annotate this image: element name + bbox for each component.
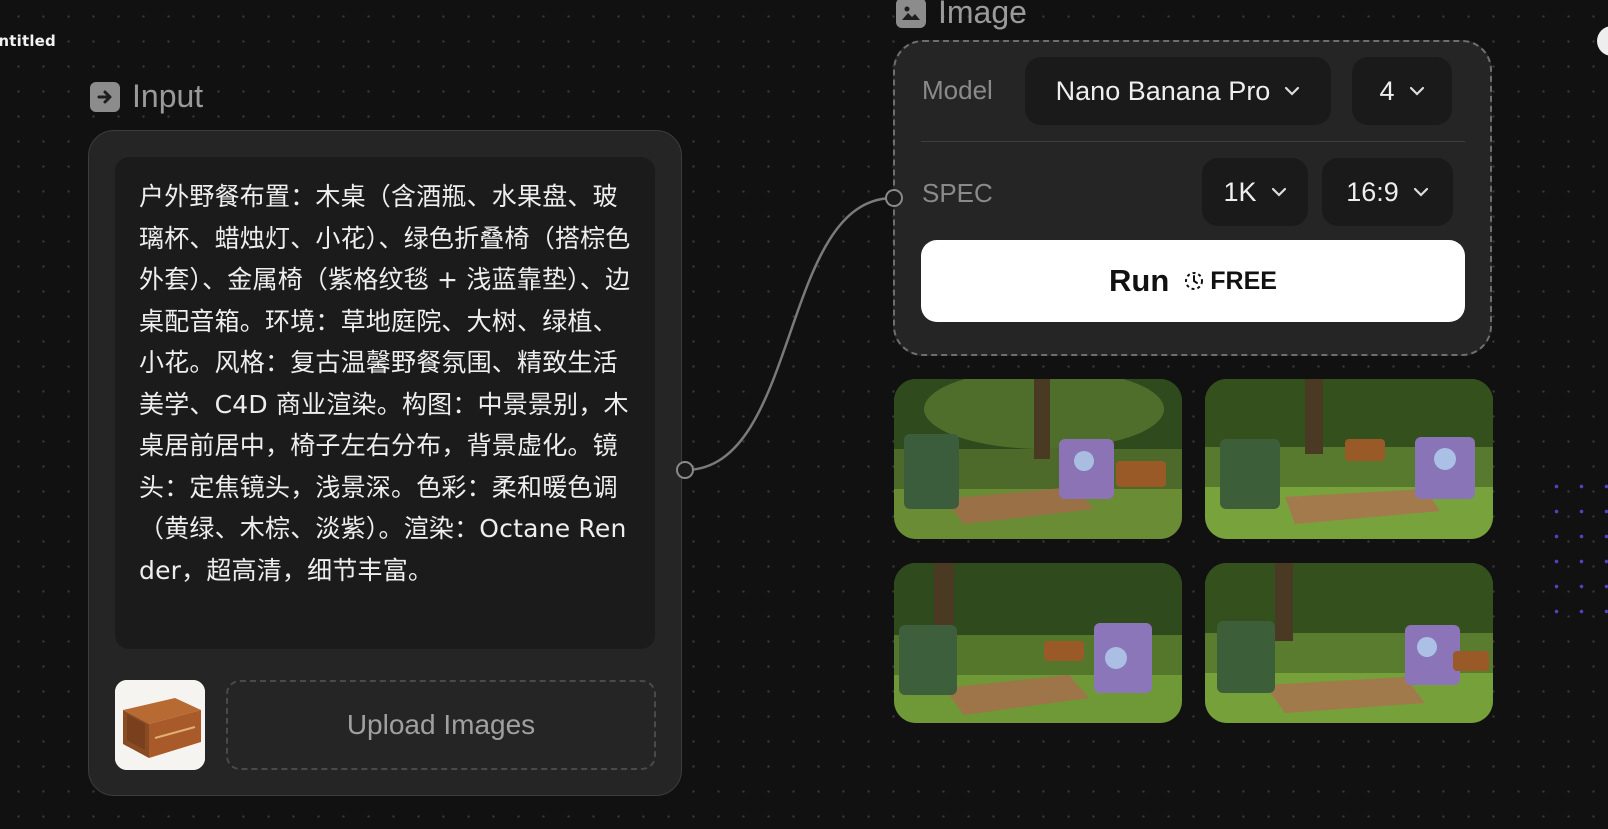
- run-label: Run: [1109, 263, 1170, 298]
- aspect-ratio-select[interactable]: 16:9: [1322, 158, 1453, 226]
- chevron-down-icon: [1413, 187, 1428, 197]
- count-select[interactable]: 4: [1352, 57, 1452, 125]
- upload-images-label: Upload Images: [346, 709, 536, 740]
- resolution-select-value: 1K: [1223, 176, 1257, 207]
- image-node-title: Image: [938, 0, 1027, 30]
- image-node[interactable]: Model Nano Banana Pro 4 SPEC 1K 16:9 Run…: [893, 40, 1492, 356]
- model-select-value: Nano Banana Pro: [1055, 75, 1271, 106]
- count-select-value: 4: [1379, 75, 1395, 106]
- chevron-down-icon: [1409, 86, 1424, 96]
- free-badge-label: FREE: [1210, 266, 1277, 295]
- picnic-result-2: [1205, 379, 1493, 539]
- result-image-3[interactable]: [894, 563, 1182, 723]
- run-button[interactable]: Run FREE: [921, 240, 1465, 322]
- picnic-result-4: [1205, 563, 1493, 723]
- result-image-1[interactable]: [894, 379, 1182, 539]
- picnic-result-1: [894, 379, 1182, 539]
- upload-images-button[interactable]: Upload Images: [226, 680, 656, 770]
- spec-label: SPEC: [922, 178, 993, 208]
- credit-spinner-icon: [1185, 272, 1204, 290]
- image-node-header: Image: [896, 0, 1027, 31]
- prompt-textarea[interactable]: 户外野餐布置：木桌（含酒瓶、水果盘、玻璃杯、蜡烛灯、小花）、绿色折叠椅（搭棕色外…: [115, 157, 655, 649]
- uploaded-image-thumbnail[interactable]: [115, 680, 205, 770]
- image-icon: [896, 0, 926, 28]
- arrow-right-box-icon: [90, 81, 120, 112]
- input-node[interactable]: 户外野餐布置：木桌（含酒瓶、水果盘、玻璃杯、蜡烛灯、小花）、绿色折叠椅（搭棕色外…: [88, 130, 682, 796]
- wooden-speaker-image: [115, 680, 205, 770]
- picnic-result-3: [894, 563, 1182, 723]
- free-badge: FREE: [1183, 267, 1277, 296]
- model-label: Model: [922, 75, 993, 105]
- model-select[interactable]: Nano Banana Pro: [1025, 57, 1331, 125]
- result-image-4[interactable]: [1205, 563, 1493, 723]
- aspect-ratio-select-value: 16:9: [1346, 176, 1399, 207]
- input-node-title: Input: [132, 78, 204, 114]
- node-divider: [921, 141, 1465, 142]
- input-output-port[interactable]: [676, 461, 694, 479]
- image-input-port[interactable]: [885, 189, 903, 207]
- resolution-select[interactable]: 1K: [1202, 158, 1308, 226]
- chevron-down-icon: [1285, 86, 1300, 96]
- input-node-header: Input: [90, 78, 203, 115]
- chevron-down-icon: [1271, 187, 1286, 197]
- result-image-2[interactable]: [1205, 379, 1493, 539]
